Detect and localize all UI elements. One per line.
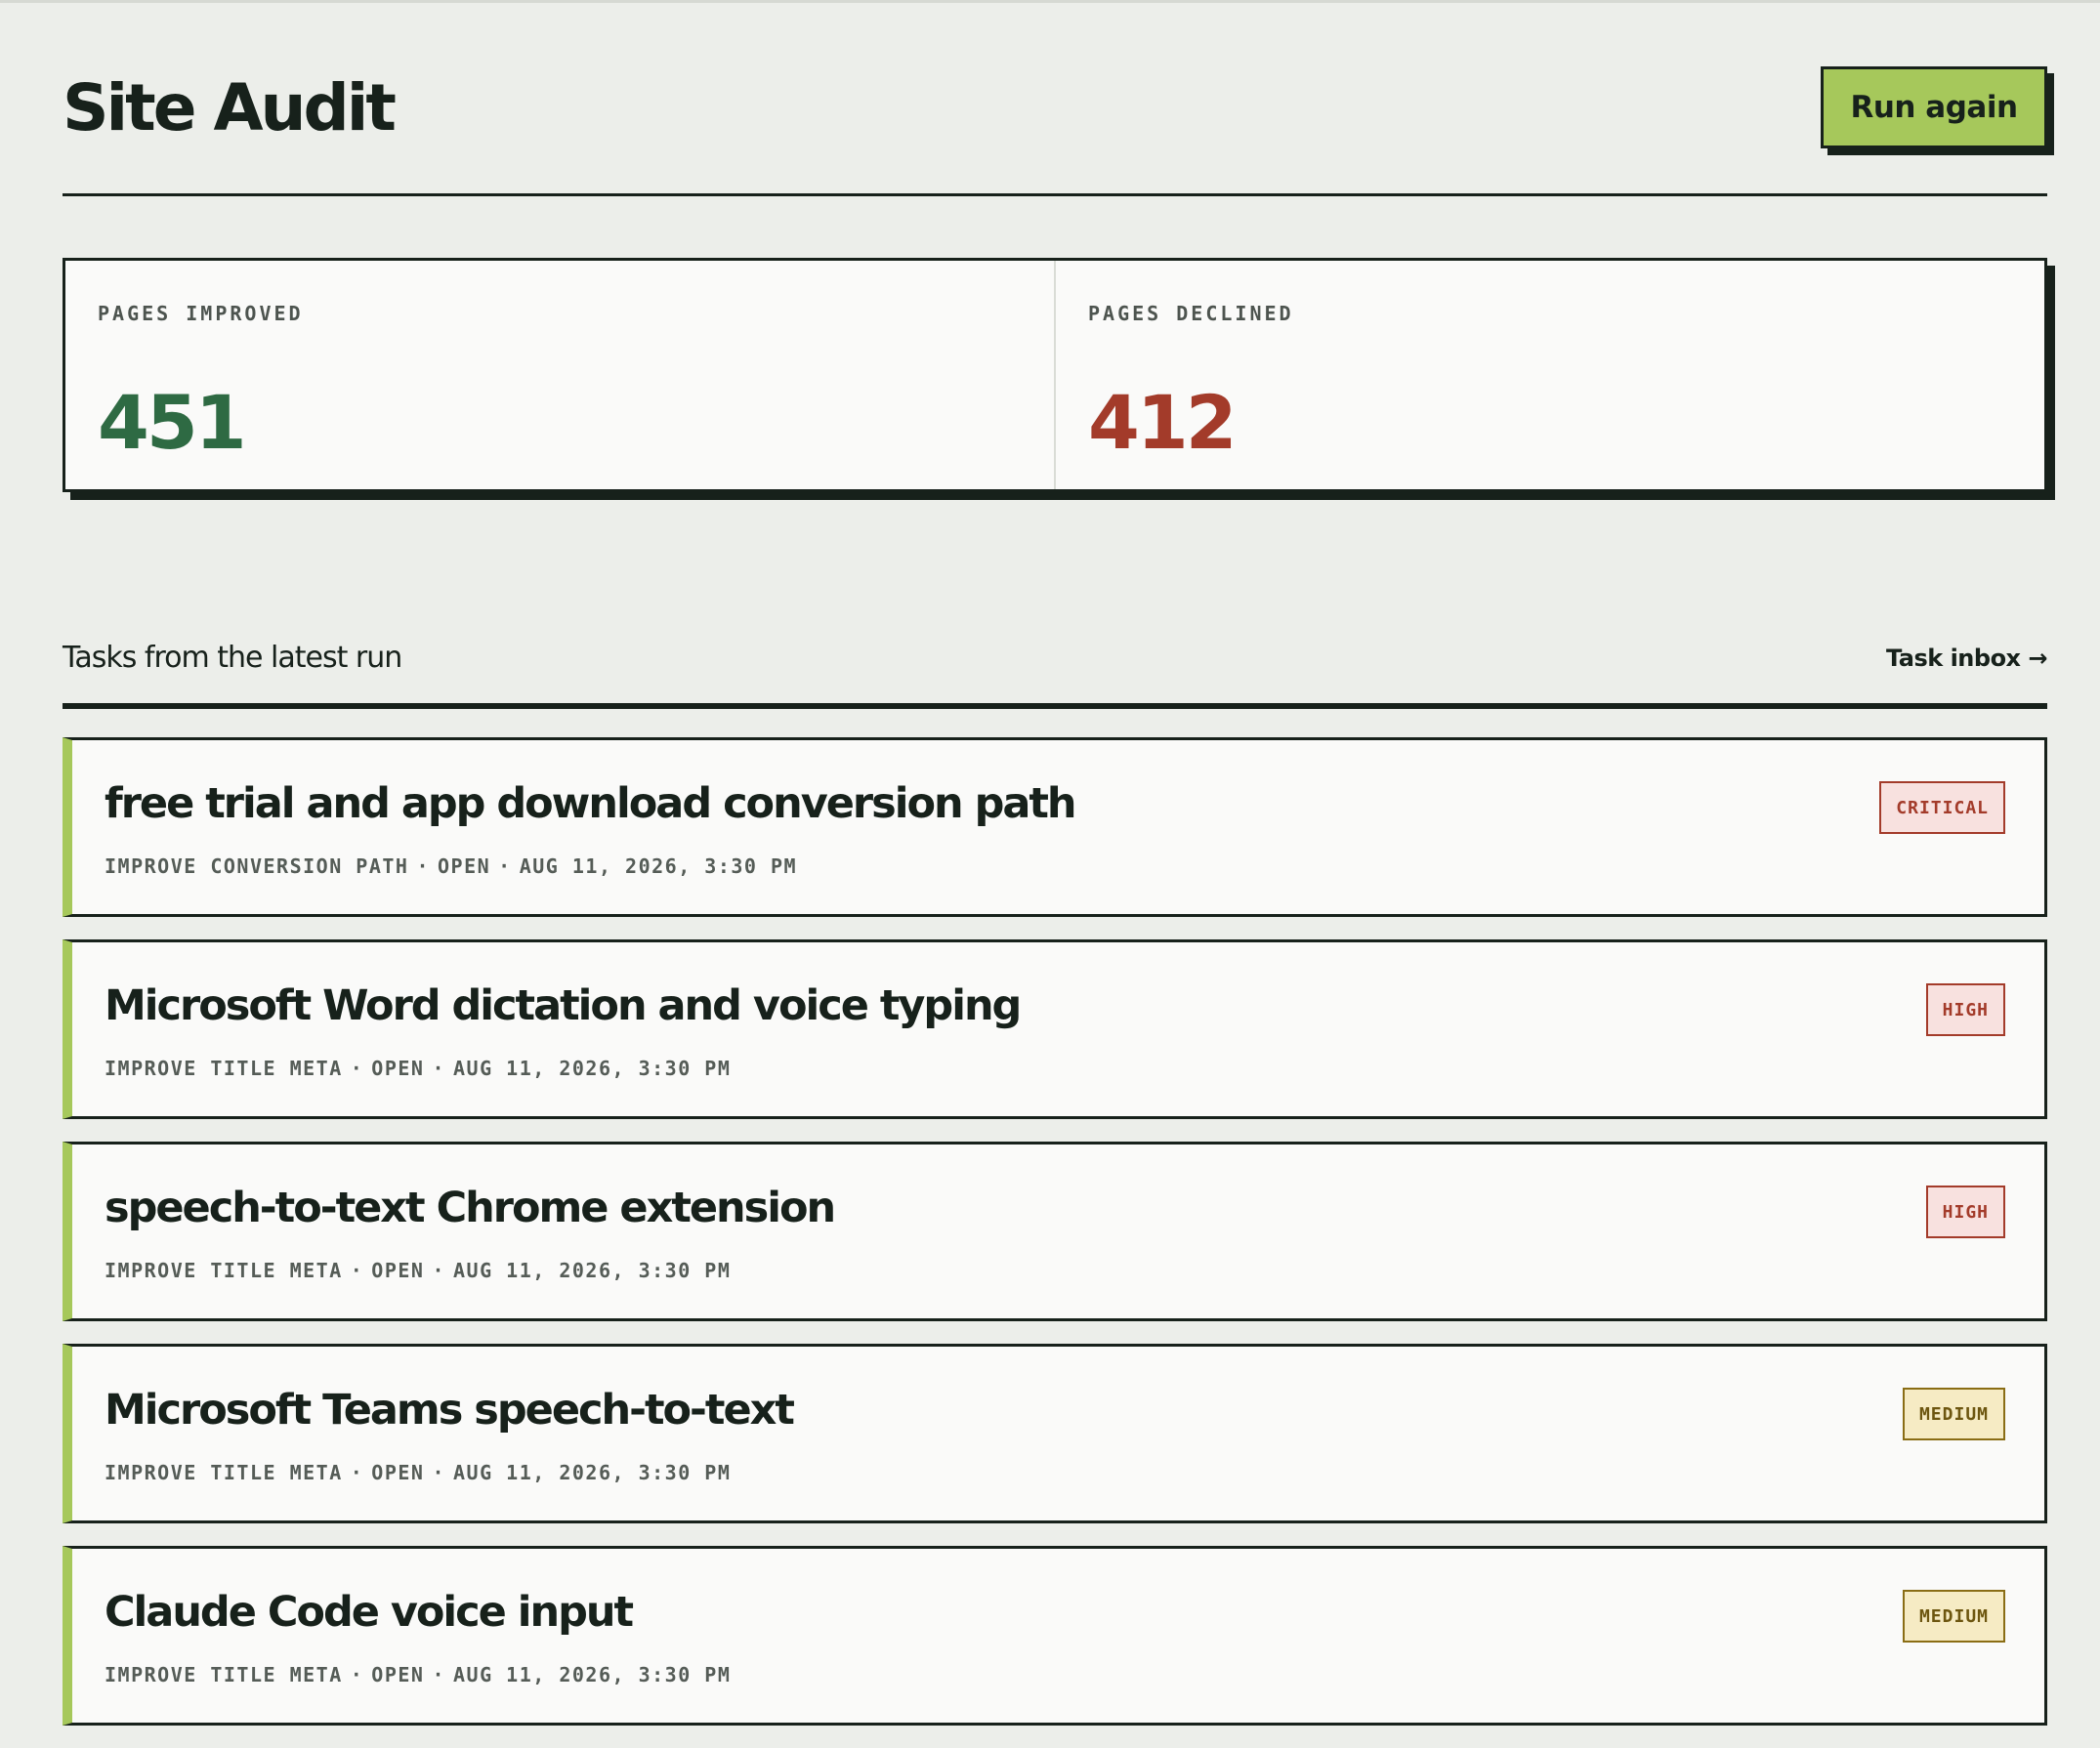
stat-pages-improved: PAGES IMPROVED 451 [65,261,1054,489]
priority-badge: CRITICAL [1879,781,2005,834]
meta-separator: · [350,1259,364,1282]
task-timestamp: AUG 11, 2026, 3:30 PM [453,1259,732,1282]
stats-panel: PAGES IMPROVED 451 PAGES DECLINED 412 [63,258,2047,492]
stat-value: 451 [98,379,247,466]
run-again-button[interactable]: Run again [1821,66,2047,148]
task-card[interactable]: speech-to-text Chrome extension IMPROVE … [63,1142,2047,1321]
task-type: IMPROVE TITLE META [105,1259,343,1282]
task-title: Microsoft Teams speech-to-text [105,1386,795,1435]
task-type: IMPROVE CONVERSION PATH [105,854,409,878]
task-timestamp: AUG 11, 2026, 3:30 PM [453,1663,732,1686]
meta-separator: · [432,1663,446,1686]
meta-separator: · [416,854,430,878]
task-type: IMPROVE TITLE META [105,1461,343,1484]
task-meta: IMPROVE TITLE META · OPEN · AUG 11, 2026, 3:… [105,1461,731,1484]
task-meta: IMPROVE TITLE META · OPEN · AUG 11, 2026, 3:… [105,1663,731,1686]
task-meta: IMPROVE TITLE META · OPEN · AUG 11, 2026, 3:… [105,1057,731,1080]
meta-separator: · [432,1057,446,1080]
task-type: IMPROVE TITLE META [105,1057,343,1080]
tasks-section-header: Tasks from the latest run Task inbox → [63,635,2048,709]
stat-label: PAGES IMPROVED [98,302,304,325]
page-header: Site Audit Run again [63,0,2047,196]
task-status: OPEN [371,1461,425,1484]
stat-value: 412 [1088,379,1238,466]
task-status: OPEN [371,1259,425,1282]
task-status: OPEN [371,1663,425,1686]
tasks-section-title: Tasks from the latest run [63,641,402,675]
task-timestamp: AUG 11, 2026, 3:30 PM [453,1461,732,1484]
meta-separator: · [432,1259,446,1282]
task-title: Microsoft Word dictation and voice typin… [105,981,1022,1030]
meta-separator: · [350,1057,364,1080]
task-timestamp: AUG 11, 2026, 3:30 PM [519,854,798,878]
task-type: IMPROVE TITLE META [105,1663,343,1686]
task-title: free trial and app download conversion p… [105,779,1077,828]
task-list: free trial and app download conversion p… [63,737,2047,1748]
stat-pages-declined: PAGES DECLINED 412 [1054,261,2044,489]
meta-separator: · [350,1663,364,1686]
task-timestamp: AUG 11, 2026, 3:30 PM [453,1057,732,1080]
task-status: OPEN [438,854,491,878]
meta-separator: · [498,854,512,878]
task-card[interactable]: Microsoft Teams speech-to-text IMPROVE T… [63,1344,2047,1523]
page-title: Site Audit [63,70,397,146]
task-title: Claude Code voice input [105,1588,634,1637]
task-inbox-link[interactable]: Task inbox → [1886,645,2048,672]
task-card[interactable]: Claude Code voice input IMPROVE TITLE ME… [63,1546,2047,1726]
priority-badge: MEDIUM [1902,1388,2005,1440]
stat-label: PAGES DECLINED [1088,302,1294,325]
priority-badge: HIGH [1925,983,2005,1036]
priority-badge: HIGH [1925,1186,2005,1238]
meta-separator: · [432,1461,446,1484]
task-card[interactable]: Microsoft Word dictation and voice typin… [63,939,2047,1119]
task-meta: IMPROVE CONVERSION PATH · OPEN · AUG 11, 202… [105,854,797,878]
meta-separator: · [350,1461,364,1484]
task-card[interactable]: free trial and app download conversion p… [63,737,2047,917]
page-container: Site Audit Run again PAGES IMPROVED 451 … [63,0,2048,1726]
task-title: speech-to-text Chrome extension [105,1184,836,1232]
priority-badge: MEDIUM [1902,1590,2005,1643]
task-meta: IMPROVE TITLE META · OPEN · AUG 11, 2026, 3:… [105,1259,731,1282]
task-status: OPEN [371,1057,425,1080]
